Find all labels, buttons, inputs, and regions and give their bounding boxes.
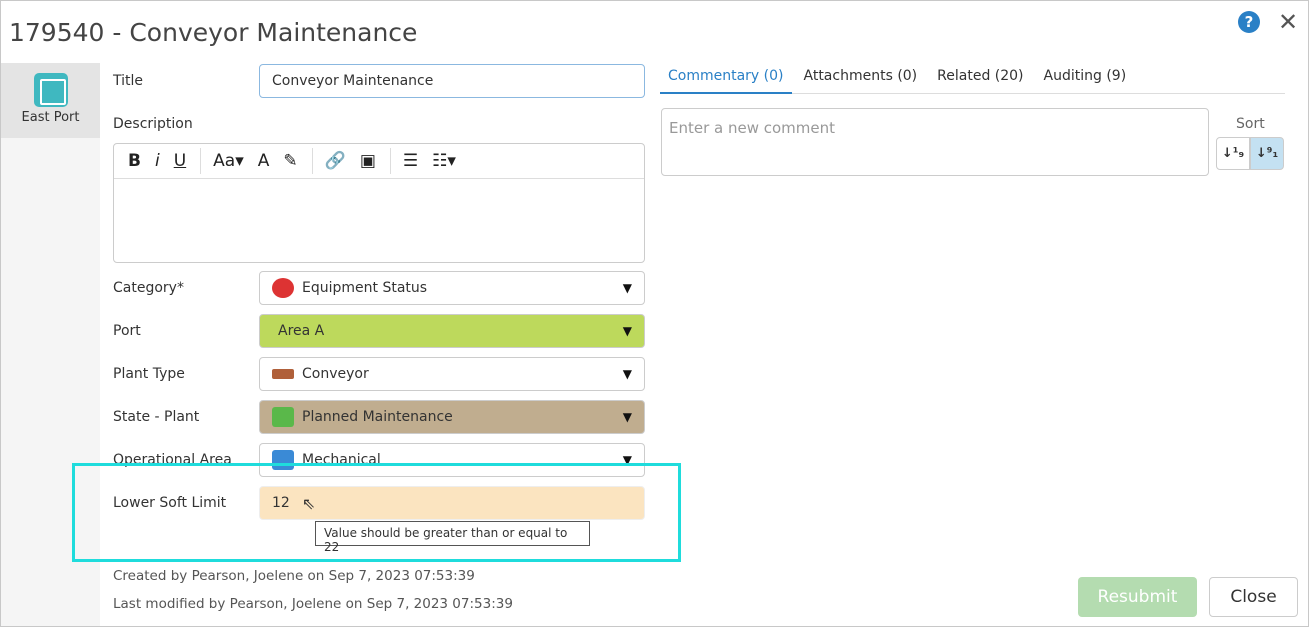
tab-related[interactable]: Related (20) (929, 68, 1031, 94)
chevron-down-icon: ▼ (622, 367, 632, 381)
port-value: Area A (278, 323, 325, 339)
title-value: Conveyor Maintenance (272, 73, 434, 89)
sort-ascending-icon[interactable]: ↓¹₉ (1216, 137, 1250, 170)
unordered-list-icon[interactable]: ☷▾ (432, 151, 456, 171)
underline-icon[interactable]: U (174, 151, 186, 171)
comment-input[interactable]: Enter a new comment (661, 108, 1209, 176)
plant-type-label: Plant Type (113, 366, 185, 382)
sort-descending-icon[interactable]: ↓⁹₁ (1250, 137, 1284, 170)
tab-attachments[interactable]: Attachments (0) (796, 68, 926, 94)
state-value: Planned Maintenance (302, 409, 453, 425)
editor-toolbar: B i U Aa▾ A ✎ 🔗 ▣ ☰ ☷▾ (114, 144, 644, 179)
title-label: Title (113, 73, 144, 89)
sort-label: Sort (1236, 116, 1265, 132)
alert-icon (272, 278, 294, 298)
tab-bar: Commentary (0) Attachments (0) Related (… (660, 68, 1285, 94)
close-icon[interactable]: ✕ (1278, 8, 1298, 36)
category-label: Category* (113, 280, 184, 296)
close-button[interactable]: Close (1209, 577, 1298, 617)
bold-icon[interactable]: B (128, 151, 141, 171)
image-icon[interactable]: ▣ (360, 151, 376, 171)
created-info: Created by Pearson, Joelene on Sep 7, 20… (113, 568, 475, 584)
description-editor[interactable]: B i U Aa▾ A ✎ 🔗 ▣ ☰ ☷▾ (113, 143, 645, 263)
state-label: State - Plant (113, 409, 200, 425)
resubmit-button[interactable]: Resubmit (1078, 577, 1197, 617)
diagram-icon (33, 73, 68, 107)
wrench-gear-icon (272, 407, 294, 427)
category-select[interactable]: Equipment Status ▼ (259, 271, 645, 305)
port-label: Port (113, 323, 141, 339)
conveyor-icon (272, 369, 294, 379)
modified-info: Last modified by Pearson, Joelene on Sep… (113, 596, 513, 612)
plant-type-select[interactable]: Conveyor ▼ (259, 357, 645, 391)
sidebar-item-east-port[interactable]: East Port (1, 63, 100, 138)
category-value: Equipment Status (302, 280, 428, 296)
plant-type-value: Conveyor (302, 366, 369, 382)
ordered-list-icon[interactable]: ☰ (403, 151, 418, 171)
state-select[interactable]: Planned Maintenance ▼ (259, 400, 645, 434)
help-icon[interactable]: ? (1238, 11, 1260, 33)
chevron-down-icon: ▼ (622, 410, 632, 424)
font-size-icon[interactable]: Aa▾ (213, 151, 244, 171)
highlight-box (72, 463, 681, 562)
title-input[interactable]: Conveyor Maintenance (259, 64, 645, 98)
chevron-down-icon: ▼ (622, 281, 632, 295)
port-select[interactable]: Area A ▼ (259, 314, 645, 348)
description-label: Description (113, 116, 193, 132)
italic-icon[interactable]: i (155, 151, 160, 171)
link-icon[interactable]: 🔗 (325, 151, 346, 171)
chevron-down-icon: ▼ (622, 324, 632, 338)
tab-auditing[interactable]: Auditing (9) (1036, 68, 1135, 94)
highlight-icon[interactable]: ✎ (283, 151, 297, 171)
dialog-title: 179540 - Conveyor Maintenance (9, 18, 418, 47)
tab-commentary[interactable]: Commentary (0) (660, 68, 792, 94)
sidebar-item-label: East Port (21, 110, 80, 125)
font-color-icon[interactable]: A (258, 151, 270, 171)
